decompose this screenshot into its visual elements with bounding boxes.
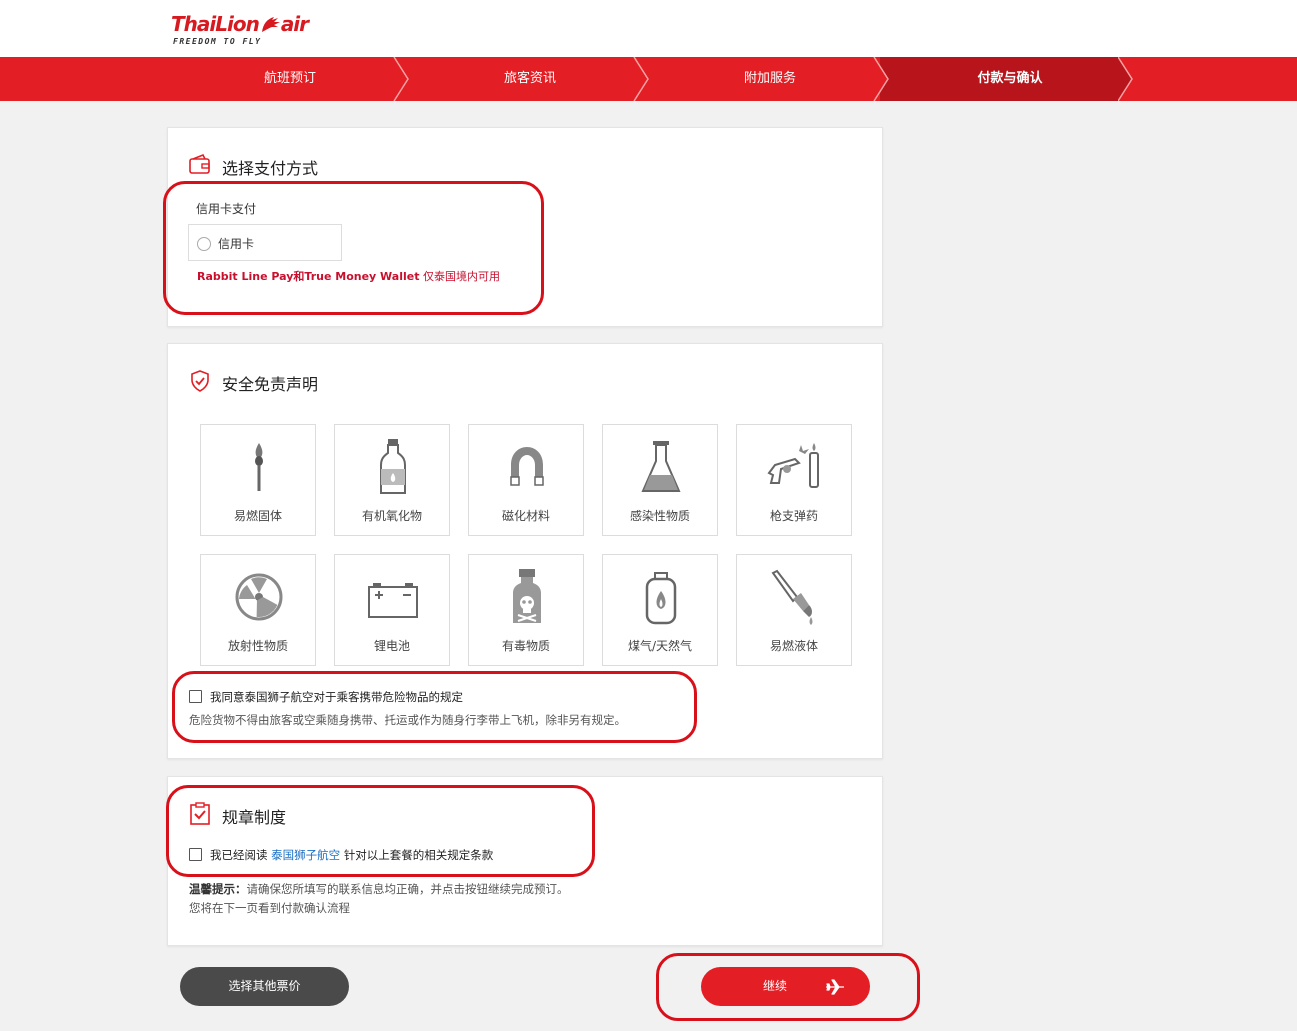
credit-card-radio[interactable] bbox=[197, 237, 211, 251]
chevron-right-icon bbox=[873, 57, 889, 101]
match-icon bbox=[255, 443, 263, 491]
rules-read-suffix: 针对以上套餐的相关规定条款 bbox=[343, 848, 494, 862]
dangerous-goods-agree-label[interactable]: 我同意泰国狮子航空对于乘客携带危险物品的规定 bbox=[210, 689, 463, 705]
wallet-availability-note: Rabbit Line Pay和True Money Wallet 仅泰国境内可… bbox=[197, 268, 500, 284]
bottle-icon bbox=[380, 439, 406, 494]
hazard-tile-magnetic-material: 磁化材料 bbox=[468, 424, 584, 536]
rules-highlight-outline bbox=[166, 785, 595, 877]
hazard-label: 易燃固体 bbox=[233, 509, 282, 523]
select-other-fare-button[interactable]: 选择其他票价 bbox=[180, 967, 349, 1006]
header: ThaiLion air FREEDOM TO FLY bbox=[0, 0, 1297, 57]
gun-ammo-icon bbox=[767, 443, 819, 488]
brand-tagline: FREEDOM TO FLY bbox=[173, 37, 262, 46]
hazard-label: 易燃液体 bbox=[769, 639, 818, 653]
hazard-label: 放射性物质 bbox=[227, 639, 288, 653]
chevron-right-icon bbox=[1118, 57, 1133, 101]
hazard-tile-gas: 煤气/天然气 bbox=[602, 554, 718, 666]
wallet-names: Rabbit Line Pay和True Money Wallet bbox=[197, 270, 420, 283]
hazard-tile-lithium-battery: 锂电池 bbox=[334, 554, 450, 666]
rules-read-label: 我已经阅读 泰国狮子航空 针对以上套餐的相关规定条款 bbox=[210, 847, 493, 863]
rules-read-prefix: 我已经阅读 bbox=[210, 848, 268, 862]
dangerous-goods-disclaimer: 危险货物不得由旅客或空乘随身携带、托运或作为随身行李带上飞机，除非另有规定。 bbox=[189, 713, 626, 727]
shield-check-icon bbox=[191, 370, 209, 392]
airplane-icon bbox=[826, 979, 844, 995]
credit-card-option-label: 信用卡 bbox=[218, 237, 255, 251]
booking-steps: 航班预订 旅客资讯 附加服务 付款与确认 bbox=[0, 57, 1297, 101]
chevron-right-icon bbox=[393, 57, 409, 101]
thai-lion-air-logo[interactable]: ThaiLion air FREEDOM TO FLY bbox=[171, 12, 336, 48]
wallet-icon bbox=[189, 153, 210, 174]
flask-icon bbox=[641, 441, 681, 492]
credit-card-group-label: 信用卡支付 bbox=[196, 202, 257, 216]
continue-button[interactable]: 继续 bbox=[701, 967, 870, 1006]
continue-label: 继续 bbox=[763, 979, 788, 993]
hazard-tile-firearms-ammo: 枪支弹药 bbox=[736, 424, 852, 536]
wallet-region-note: 仅泰国境内可用 bbox=[419, 270, 500, 283]
step-flight-booking[interactable]: 航班预订 bbox=[180, 57, 400, 101]
poison-icon bbox=[513, 569, 541, 623]
radiation-icon bbox=[235, 573, 283, 621]
hazard-tile-radioactive: 放射性物质 bbox=[200, 554, 316, 666]
rules-read-checkbox[interactable] bbox=[189, 848, 202, 861]
payment-title: 选择支付方式 bbox=[222, 159, 319, 178]
hazard-tile-organic-peroxide: 有机氧化物 bbox=[334, 424, 450, 536]
hazard-tile-toxic-substance: 有毒物质 bbox=[468, 554, 584, 666]
chevron-right-icon bbox=[633, 57, 649, 101]
dangerous-goods-agree-checkbox[interactable] bbox=[189, 690, 202, 703]
tip-message: 请确保您所填写的联系信息均正确，并点击按钮继续完成预订。 bbox=[246, 882, 569, 896]
safety-title: 安全免责声明 bbox=[222, 375, 319, 394]
agree-highlight-outline bbox=[172, 671, 697, 743]
step-payment-confirm[interactable]: 付款与确认 bbox=[900, 57, 1120, 101]
hazard-tile-infectious-substance: 感染性物质 bbox=[602, 424, 718, 536]
hazard-tile-flammable-liquid: 易燃液体 bbox=[736, 554, 852, 666]
hazard-label: 有机氧化物 bbox=[361, 509, 422, 523]
credit-card-option[interactable]: 信用卡 bbox=[188, 224, 342, 261]
step-passenger-info[interactable]: 旅客资讯 bbox=[420, 57, 640, 101]
tip-label: 温馨提示： bbox=[189, 882, 247, 896]
hazard-label: 锂电池 bbox=[373, 639, 410, 653]
brand-suffix: air bbox=[280, 12, 309, 36]
step-extra-services[interactable]: 附加服务 bbox=[660, 57, 880, 101]
next-page-note: 您将在下一页看到付款确认流程 bbox=[189, 901, 350, 915]
thai-lion-air-link[interactable]: 泰国狮子航空 bbox=[271, 848, 340, 862]
hazard-label: 煤气/天然气 bbox=[627, 639, 693, 653]
magnet-icon bbox=[510, 447, 544, 486]
paint-brush-icon bbox=[771, 569, 813, 625]
tip-text: 温馨提示：请确保您所填写的联系信息均正确，并点击按钮继续完成预订。 bbox=[189, 881, 569, 897]
hazard-tile-flammable-solid: 易燃固体 bbox=[200, 424, 316, 536]
gas-cylinder-icon bbox=[645, 572, 677, 625]
hazard-label: 有毒物质 bbox=[501, 639, 550, 653]
battery-icon bbox=[368, 583, 418, 618]
brand-name: ThaiLion bbox=[171, 12, 260, 36]
lion-icon bbox=[261, 17, 280, 32]
hazard-label: 感染性物质 bbox=[629, 509, 690, 523]
hazard-label: 枪支弹药 bbox=[769, 509, 818, 523]
hazard-label: 磁化材料 bbox=[501, 509, 550, 523]
